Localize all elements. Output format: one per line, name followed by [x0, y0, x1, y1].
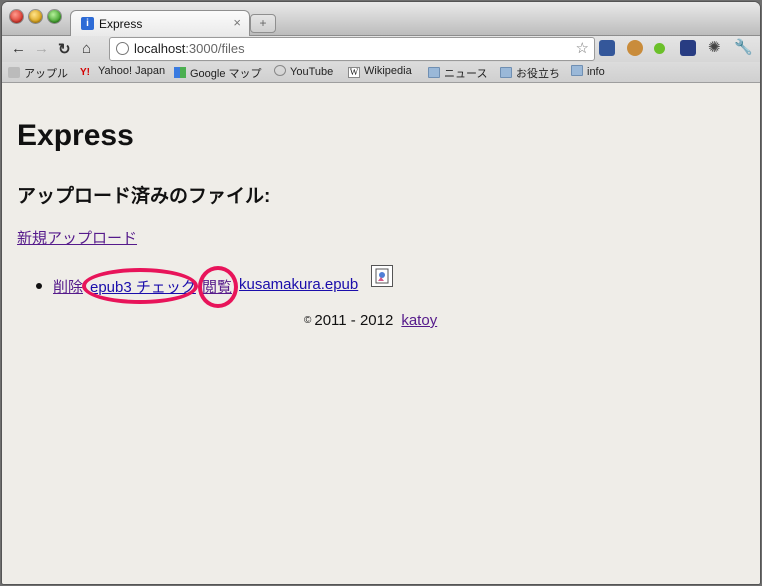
bookmark-label: アップル	[24, 68, 68, 80]
yahoo-icon: Y!	[80, 67, 90, 78]
reload-icon[interactable]: ↻	[58, 40, 71, 58]
author-link[interactable]: katoy	[401, 312, 437, 329]
bookmark-label: YouTube	[290, 66, 334, 78]
extension-dark-icon[interactable]	[680, 40, 696, 56]
extension-camera-icon[interactable]	[599, 40, 615, 56]
bookmark-folder-news[interactable]: ニュース	[428, 65, 487, 81]
bookmark-youtube[interactable]: YouTube	[274, 65, 333, 78]
globe-icon	[274, 65, 286, 76]
address-bar[interactable]: localhost:3000/files ☆	[109, 37, 595, 61]
close-tab-icon[interactable]: ×	[233, 15, 241, 30]
bookmark-yahoo[interactable]: Y! Yahoo! Japan	[80, 65, 165, 78]
bookmark-folder-useful[interactable]: お役立ち	[500, 65, 560, 81]
page-content: Express アップロード済みのファイル: 新規アップロード 削除 epub3…	[2, 83, 760, 584]
extension-spider-icon[interactable]: ✺	[708, 38, 724, 56]
google-maps-icon	[174, 67, 186, 78]
bookmark-star-icon[interactable]: ☆	[576, 39, 589, 57]
bookmark-label: Yahoo! Japan	[98, 65, 166, 77]
folder-icon	[571, 65, 583, 76]
apple-icon	[8, 67, 20, 78]
browser-toolbar: ← → ↻ ⌂ localhost:3000/files ☆ ✺ 🔧	[2, 36, 760, 62]
tab-title: Express	[99, 17, 143, 31]
back-arrow-icon[interactable]: ←	[11, 40, 26, 57]
extension-green-dot-icon[interactable]	[654, 43, 665, 54]
folder-icon	[500, 67, 512, 78]
bookmark-label: Google マップ	[190, 68, 262, 80]
minimize-window-button[interactable]	[29, 10, 42, 23]
forward-arrow-icon[interactable]: →	[34, 40, 49, 57]
url-path: :3000/files	[185, 41, 245, 56]
footer: © 2011 - 2012 katoy	[304, 312, 437, 329]
wrench-icon[interactable]: 🔧	[734, 38, 753, 56]
tab-express[interactable]: i Express ×	[70, 10, 250, 37]
broken-image-icon	[371, 265, 393, 287]
image-icon	[375, 268, 389, 284]
bookmark-label: ニュース	[444, 68, 488, 80]
info-icon: i	[81, 17, 94, 30]
url-host: localhost	[134, 41, 186, 56]
wikipedia-icon: W	[348, 67, 360, 78]
list-bullet	[36, 283, 42, 289]
copyright-years: 2011 - 2012	[314, 312, 394, 329]
globe-icon	[116, 42, 129, 55]
copyright-symbol: ©	[304, 315, 312, 326]
home-icon[interactable]: ⌂	[82, 40, 91, 57]
browser-window: i Express × + ← → ↻ ⌂ localhost:3000/fil…	[2, 2, 760, 584]
title-bar: i Express × +	[2, 2, 760, 37]
bookmark-label: Wikipedia	[364, 65, 412, 77]
bookmarks-bar: アップル Y! Yahoo! Japan Google マップ YouTube W…	[2, 62, 760, 83]
zoom-window-button[interactable]	[48, 10, 61, 23]
file-name-link[interactable]: kusamakura.epub	[239, 276, 358, 293]
new-tab-button[interactable]: +	[250, 14, 276, 33]
delete-link[interactable]: 削除	[53, 276, 83, 297]
annotation-circle-check	[82, 268, 198, 304]
page-subtitle: アップロード済みのファイル:	[17, 186, 271, 207]
page-title: Express	[17, 119, 134, 152]
window-controls	[10, 10, 61, 23]
annotation-circle-view	[198, 266, 238, 308]
new-upload-link[interactable]: 新規アップロード	[17, 227, 137, 248]
url-text: localhost:3000/files	[134, 41, 245, 56]
bookmark-label: info	[587, 66, 605, 78]
bookmark-google-maps[interactable]: Google マップ	[174, 65, 262, 81]
folder-icon	[428, 67, 440, 78]
bookmark-wikipedia[interactable]: W Wikipedia	[348, 65, 412, 78]
bookmark-apple[interactable]: アップル	[8, 65, 68, 81]
bookmark-folder-info[interactable]: info	[571, 65, 605, 78]
extension-cookie-icon[interactable]	[627, 40, 643, 56]
close-window-button[interactable]	[10, 10, 23, 23]
bookmark-label: お役立ち	[516, 68, 560, 80]
